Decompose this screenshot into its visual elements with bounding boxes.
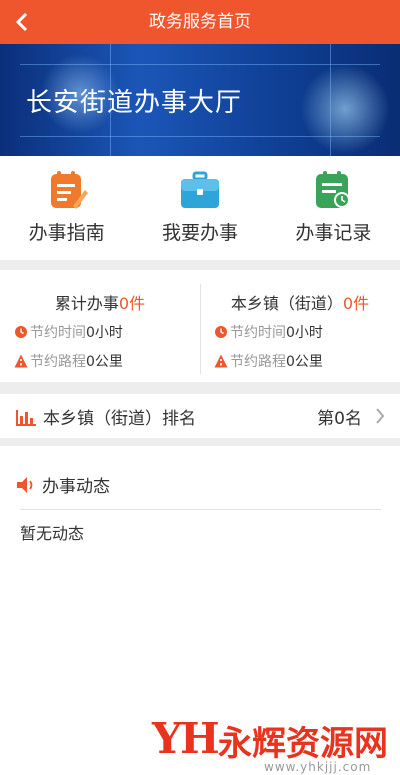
news-empty-text: 暂无动态 [20,524,85,543]
watermark: YH 永辉资源网 www.yhkjjj.com [152,712,392,774]
ranking-label: 本乡镇（街道）排名 [43,409,196,429]
news-header: 办事动态 [16,472,110,497]
clock-icon [15,326,27,338]
page-title: 政务服务首页 [149,12,251,32]
service-label: 办事指南 [28,222,105,244]
banner-glow [300,64,390,154]
section-divider [0,260,400,270]
watermark-name: 永辉资源网 [218,724,388,764]
stats-town: 本乡镇（街道）0件 节约时间 0小时 节约路程 0公里 [200,270,400,382]
stats-total: 累计办事0件 节约时间 0小时 节约路程 0公里 [0,270,200,382]
news-title: 办事动态 [42,477,110,497]
ranking-row[interactable]: 本乡镇（街道）排名 第0名 [0,394,400,438]
top-bar: 政务服务首页 [0,0,400,44]
service-records[interactable]: 办事记录 [267,156,400,260]
stats-time: 节约时间 0小时 [14,322,123,342]
stats-panel: 累计办事0件 节约时间 0小时 节约路程 0公里 本乡镇（街道）0件 节约时间 0小时… [0,270,400,382]
guide-icon [50,171,88,209]
stats-time: 节约时间 0小时 [214,322,323,342]
service-label: 办事记录 [295,222,372,244]
stats-heading: 累计办事0件 [54,294,146,313]
banner-line [20,64,380,65]
road-icon [214,354,228,368]
service-label: 我要办事 [161,222,238,244]
record-icon [316,171,351,208]
watermark-logo: YH [152,714,220,763]
stats-heading: 本乡镇（街道）0件 [230,294,370,313]
banner-line [330,44,331,156]
speaker-icon [17,476,33,493]
ranking-value: 第0名 [317,409,362,429]
stats-road: 节约路程 0公里 [14,351,123,371]
road-icon [14,354,28,368]
section-divider [0,382,400,394]
watermark-url: www.yhkjjj.com [264,760,372,774]
service-apply[interactable]: 我要办事 [133,156,266,260]
clock-icon [215,326,227,338]
section-divider [0,438,400,446]
banner-line [20,136,380,137]
chevron-right-icon [376,408,385,424]
bar-chart-icon [16,410,36,426]
service-grid: 办事指南 我要办事 办事记录 [0,156,400,260]
stats-road: 节约路程 0公里 [214,351,323,371]
banner-title: 长安街道办事大厅 [26,88,243,118]
hall-banner: 长安街道办事大厅 [0,44,400,156]
service-guide[interactable]: 办事指南 [0,156,133,260]
news-divider [20,509,381,510]
briefcase-icon [180,171,219,208]
